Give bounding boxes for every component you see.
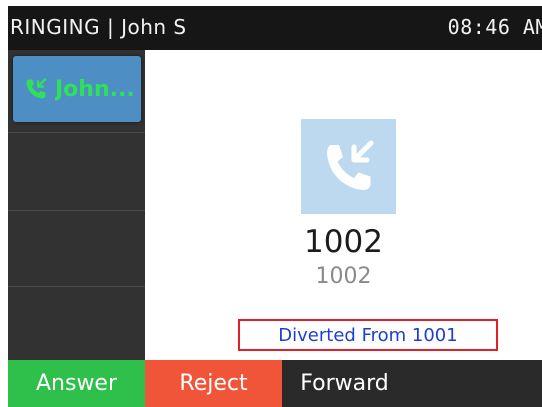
sidebar-line-active[interactable]: John... [13, 56, 141, 122]
caller-number: 1002 [315, 264, 372, 289]
forward-button[interactable]: Forward [282, 360, 407, 407]
incoming-call-icon [327, 140, 374, 190]
empty-softkey[interactable] [407, 360, 542, 407]
incoming-call-icon [23, 76, 49, 102]
reject-button[interactable]: Reject [145, 360, 282, 407]
softkey-bar: Answer Reject Forward [8, 360, 542, 407]
caller-avatar [301, 119, 396, 214]
phone-screen: RINGING | John S 08:46 AM John... 1002 1… [8, 6, 542, 407]
line-divider [8, 286, 145, 287]
call-status-text: RINGING | John S [10, 15, 187, 39]
line-divider [8, 132, 145, 133]
line-divider [8, 210, 145, 211]
sidebar-line-label: John... [55, 76, 135, 102]
answer-button[interactable]: Answer [8, 360, 145, 407]
status-bar: RINGING | John S 08:46 AM [8, 6, 542, 50]
clock: 08:46 AM [447, 15, 542, 39]
call-panel: 1002 1002 Diverted From 1001 [145, 50, 542, 360]
caller-name: 1002 [304, 224, 383, 260]
diverted-from-label: Diverted From 1001 [238, 319, 498, 351]
line-sidebar: John... [8, 50, 145, 360]
